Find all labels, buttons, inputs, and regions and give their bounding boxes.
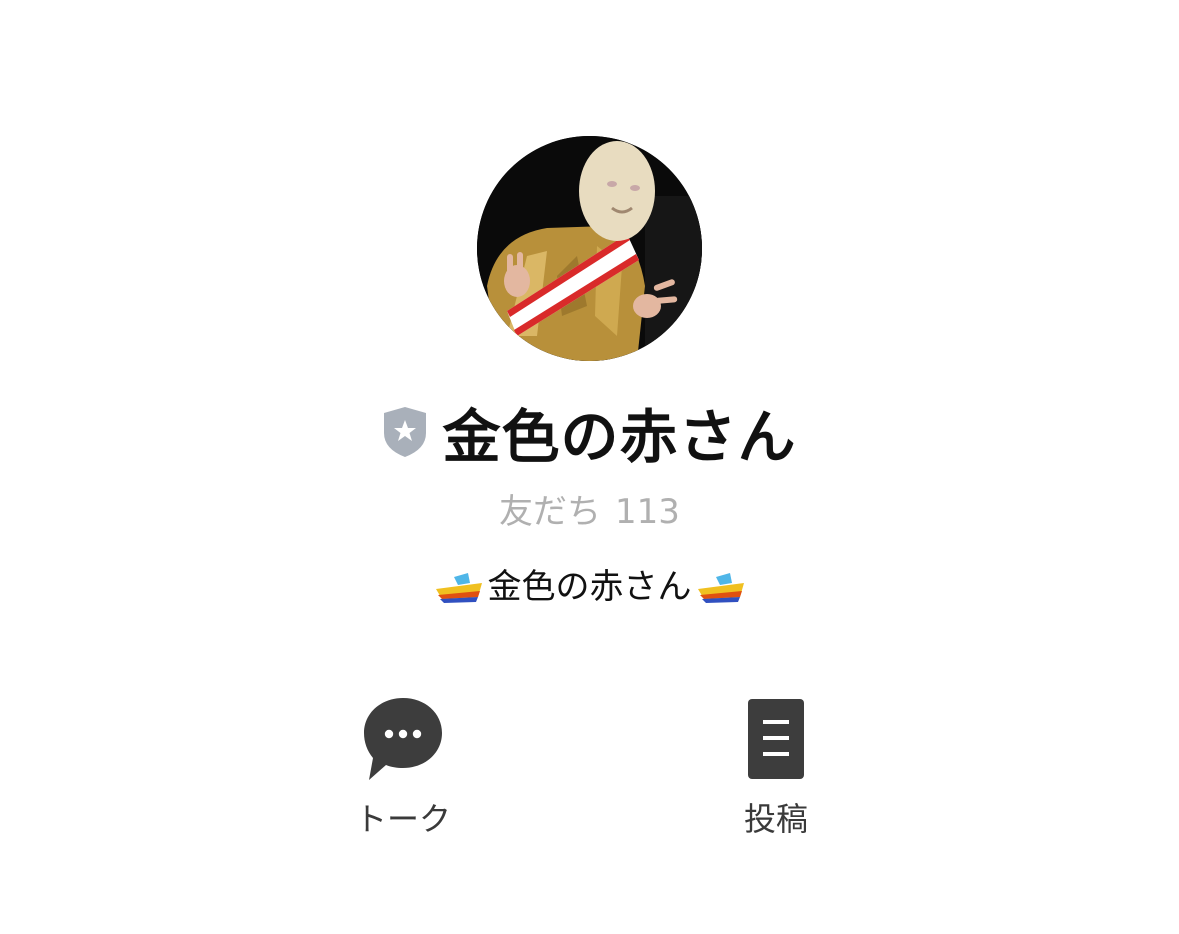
friends-count-row[interactable]: 友だち 113 — [0, 484, 1179, 533]
friends-label: 友だち — [499, 492, 602, 532]
profile-photo-icon — [477, 136, 702, 361]
display-name: 金色の赤さん — [442, 403, 797, 471]
profile-name-row: 金色の赤さん — [0, 392, 1179, 472]
talk-button[interactable]: トーク — [303, 696, 503, 840]
posts-button[interactable]: 投稿 — [676, 696, 876, 840]
shield-star-icon — [384, 407, 427, 457]
friends-count: 113 — [615, 492, 680, 532]
posts-label: 投稿 — [743, 800, 808, 838]
speech-bubble-icon — [364, 698, 442, 780]
speedboat-icon — [697, 573, 744, 603]
talk-label: トーク — [354, 800, 451, 838]
posts-list-icon — [748, 699, 804, 779]
status-message-row: 金色の赤さん — [0, 558, 1179, 608]
speedboat-icon — [435, 573, 482, 603]
profile-avatar[interactable] — [477, 136, 702, 361]
status-message: 金色の赤さん — [487, 566, 692, 607]
